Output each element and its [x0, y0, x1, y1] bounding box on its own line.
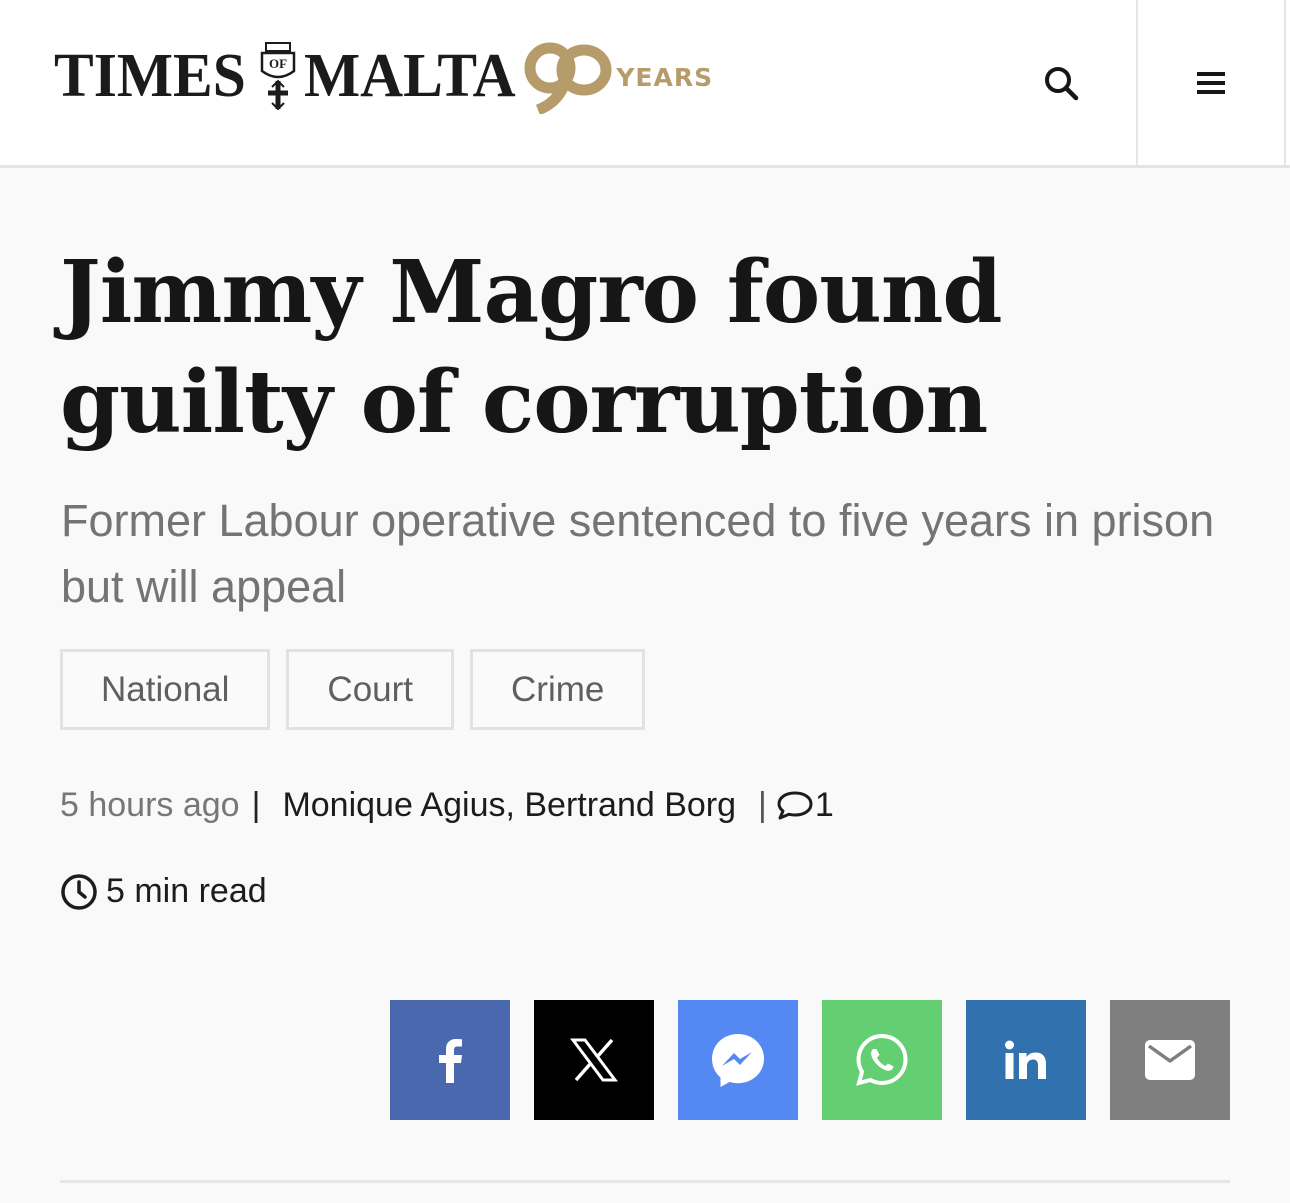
article-authors[interactable]: Monique Agius, Bertrand Borg [282, 786, 736, 825]
meta-separator: | [758, 785, 767, 824]
whatsapp-icon [856, 1033, 908, 1086]
svg-text:OF: OF [269, 56, 287, 71]
share-x-button[interactable] [534, 1000, 654, 1120]
facebook-icon [439, 1039, 462, 1083]
anniversary-years-label: YEARS [616, 62, 714, 92]
section-divider [60, 1180, 1230, 1183]
hamburger-menu-icon [1197, 71, 1225, 94]
clock-icon [61, 873, 97, 910]
crest-icon: OF [260, 42, 296, 111]
share-email-button[interactable] [1110, 1000, 1230, 1120]
share-linkedin-button[interactable] [966, 1000, 1086, 1120]
tag-crime[interactable]: Crime [470, 649, 646, 730]
x-logo-icon [570, 1038, 618, 1082]
logo-word-malta: MALTA [303, 42, 516, 110]
article-headline: Jimmy Magro found guilty of corruption [60, 242, 1002, 453]
menu-button[interactable] [1136, 0, 1286, 165]
share-bar [390, 1000, 1230, 1120]
tag-court[interactable]: Court [286, 649, 455, 730]
email-icon [1145, 1040, 1195, 1080]
share-facebook-button[interactable] [390, 1000, 510, 1120]
site-logo[interactable]: TIMES OF MALTA YEARS [54, 38, 713, 114]
logo-word-times: TIMES [54, 42, 246, 110]
read-time-label: 5 min read [106, 872, 267, 910]
article-tags: National Court Crime [60, 649, 646, 730]
meta-separator: | [251, 785, 261, 824]
comment-count: 1 [814, 785, 834, 824]
messenger-icon [712, 1034, 764, 1087]
ninety-anniversary-icon [524, 42, 612, 114]
read-time: 5 min read [60, 872, 267, 911]
share-messenger-button[interactable] [678, 1000, 798, 1120]
article-meta: 5 hours ago | Monique Agius, Bertrand Bo… [60, 782, 834, 828]
linkedin-icon [1005, 1040, 1046, 1079]
search-icon [1045, 66, 1079, 100]
published-time: 5 hours ago [60, 785, 240, 824]
comments-link[interactable]: 1 [775, 786, 834, 825]
comment-icon [777, 791, 813, 820]
search-button[interactable] [986, 0, 1136, 165]
article-subheadline: Former Labour operative sentenced to fiv… [61, 495, 1215, 612]
share-whatsapp-button[interactable] [822, 1000, 942, 1120]
tag-national[interactable]: National [60, 649, 271, 730]
site-header: TIMES OF MALTA YEARS [0, 0, 1290, 168]
